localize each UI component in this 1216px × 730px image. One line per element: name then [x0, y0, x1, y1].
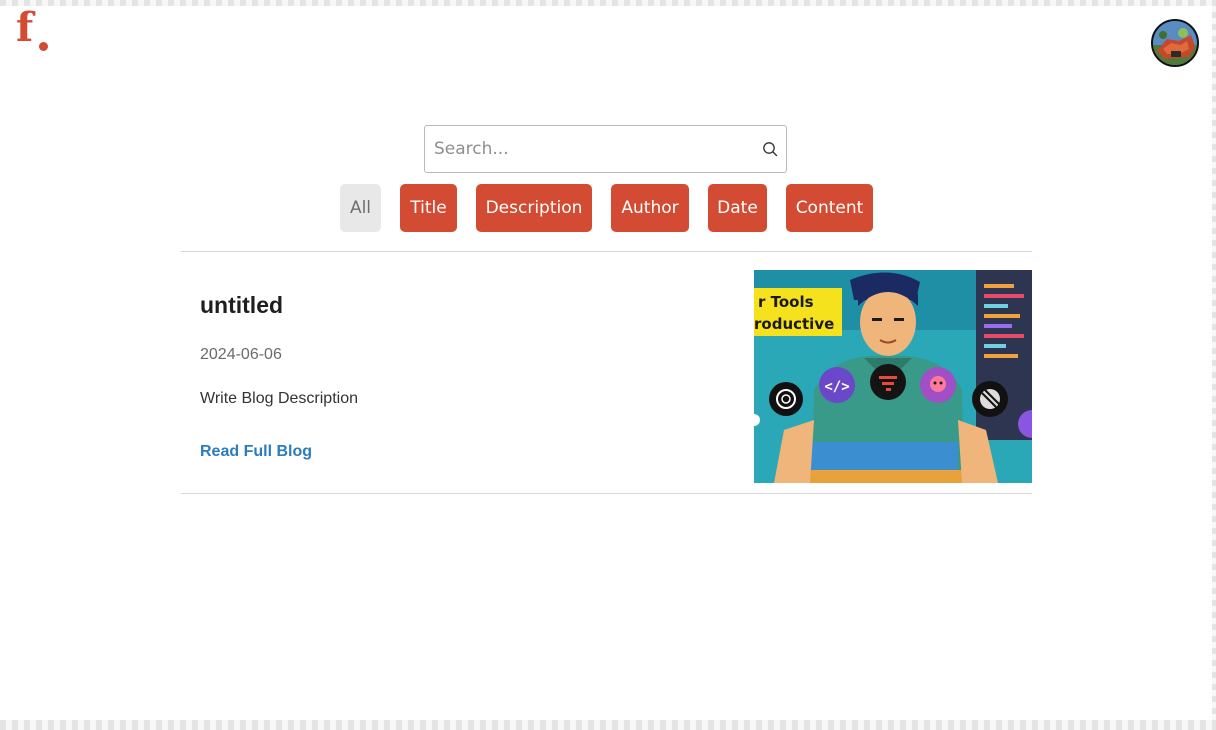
list-bottom-divider	[181, 493, 1032, 494]
logo-letter: f	[16, 4, 34, 51]
blog-thumbnail-illustration: r Tools roductive </>	[754, 270, 1032, 483]
page: f All Title Description Author Date Cont…	[0, 0, 1216, 730]
page-right-edge	[1212, 0, 1216, 730]
filter-bar: All Title Description Author Date Conten…	[0, 184, 1216, 232]
linear-icon	[972, 381, 1008, 417]
page-top-edge	[0, 0, 1216, 6]
logo-dot	[39, 42, 48, 51]
filter-content-button[interactable]: Content	[786, 184, 873, 232]
blog-description: Write Blog Description	[200, 390, 358, 407]
filter-author-button[interactable]: Author	[611, 184, 689, 232]
code-icon: </>	[819, 367, 855, 403]
openai-icon	[769, 382, 803, 416]
filter-all-button[interactable]: All	[340, 184, 381, 232]
filter-date-button[interactable]: Date	[708, 184, 767, 232]
site-logo[interactable]: f	[16, 8, 56, 58]
tool-icon	[870, 364, 906, 400]
list-top-divider	[181, 251, 1032, 252]
ai-assistant-icon	[920, 367, 956, 403]
blog-title: untitled	[200, 292, 284, 318]
thumbnail-banner-line-1: r Tools	[758, 293, 814, 311]
blog-thumbnail[interactable]: r Tools roductive </>	[754, 270, 1032, 483]
svg-text:</>: </>	[824, 379, 849, 395]
filter-description-button[interactable]: Description	[476, 184, 592, 232]
user-avatar-icon	[1153, 21, 1197, 65]
search-box	[424, 125, 787, 173]
user-avatar[interactable]	[1151, 19, 1199, 67]
search-input[interactable]	[425, 126, 754, 172]
page-bottom-edge	[0, 720, 1216, 730]
filter-title-button[interactable]: Title	[400, 184, 457, 232]
blog-date: 2024-06-06	[200, 346, 282, 363]
read-full-blog-link[interactable]: Read Full Blog	[200, 443, 312, 461]
search-icon[interactable]	[762, 141, 778, 157]
thumbnail-banner-line-2: roductive	[754, 315, 834, 333]
